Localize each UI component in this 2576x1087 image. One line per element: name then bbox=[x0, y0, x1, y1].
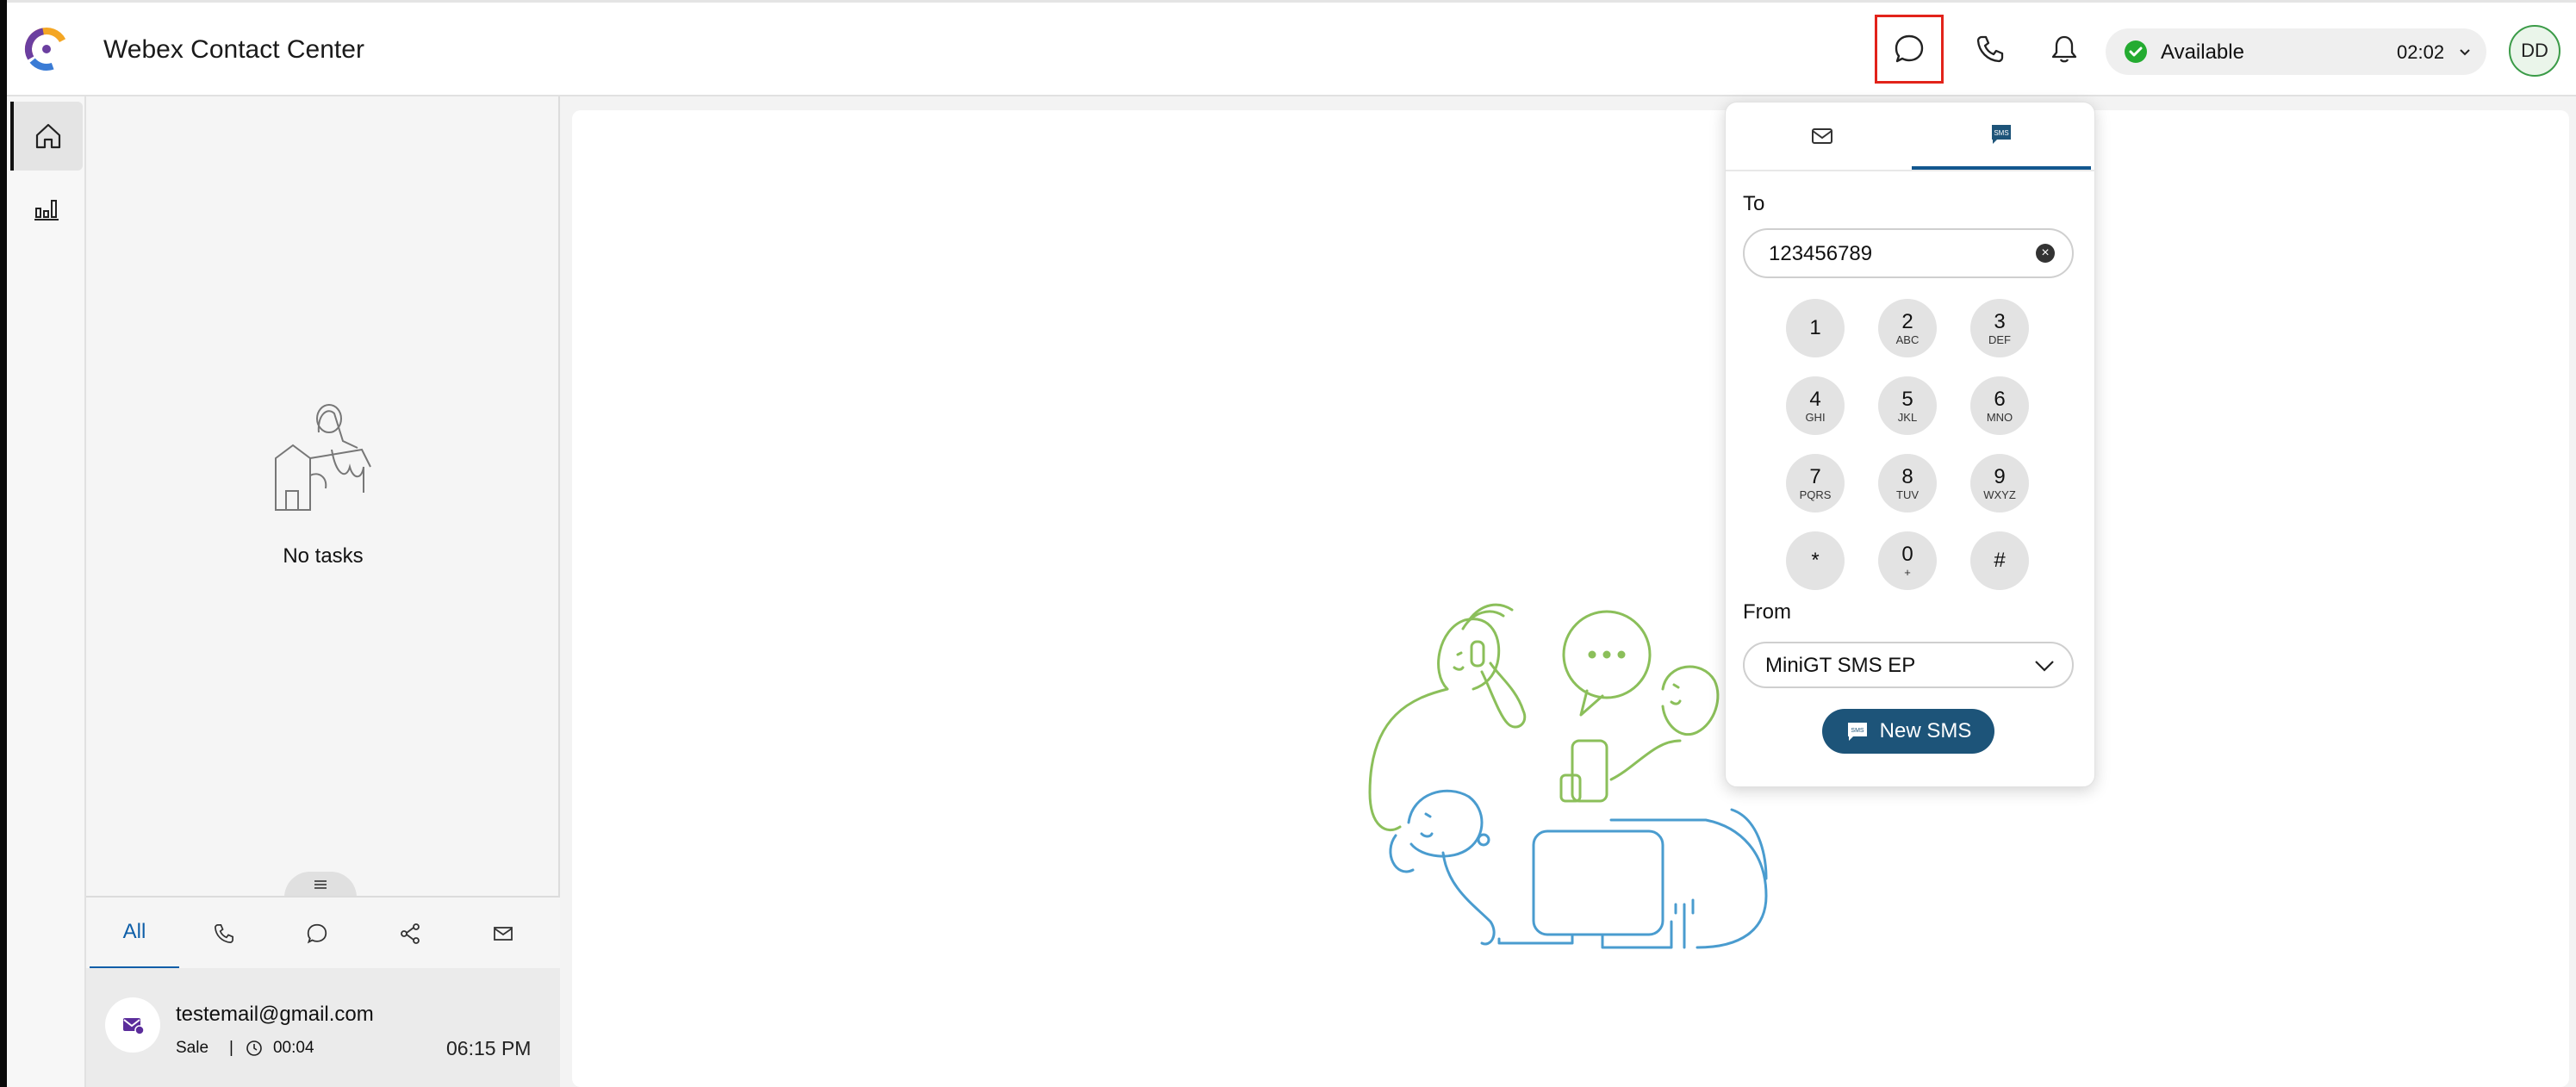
key-letters: DEF bbox=[1988, 332, 2011, 346]
key-digit: 6 bbox=[1994, 387, 2006, 411]
bell-icon bbox=[2051, 35, 2077, 63]
from-select[interactable]: MiniGT SMS EP bbox=[1743, 642, 2074, 688]
key-digit: 9 bbox=[1994, 464, 2006, 488]
chat-icon bbox=[307, 923, 327, 944]
key-letters: JKL bbox=[1897, 410, 1918, 424]
available-check-icon bbox=[2125, 40, 2147, 63]
user-avatar[interactable]: DD bbox=[2509, 25, 2560, 77]
task-queue: Sale bbox=[176, 1039, 209, 1057]
task-time: 06:15 PM bbox=[446, 1037, 532, 1059]
no-tasks-text: No tasks bbox=[283, 544, 364, 568]
phone-icon bbox=[215, 924, 233, 943]
share-icon bbox=[401, 923, 420, 944]
new-conversation-popup: SMS To 123456789 × 1 2 ABC 3 DEF 4 GHI 5 JKL… bbox=[1725, 102, 2096, 787]
sms-icon: SMS bbox=[1992, 125, 2011, 144]
tab-chats[interactable] bbox=[272, 898, 362, 970]
key-star[interactable]: * bbox=[1786, 531, 1845, 590]
top-header: Webex Contact Center Available 02:02 DD bbox=[7, 0, 2576, 96]
key-digit: 4 bbox=[1809, 387, 1821, 411]
phone-button[interactable] bbox=[1956, 15, 2025, 84]
key-2[interactable]: 2 ABC bbox=[1878, 299, 1937, 357]
task-duration: 00:04 bbox=[272, 1039, 314, 1057]
key-digit: 0 bbox=[1901, 542, 1913, 566]
key-digit: * bbox=[1811, 549, 1820, 572]
key-letters: PQRS bbox=[1799, 488, 1832, 501]
key-4[interactable]: 4 GHI bbox=[1786, 376, 1845, 435]
phone-icon bbox=[1976, 35, 2004, 63]
task-filter-tabs: All bbox=[86, 896, 560, 970]
task-list: testemail@gmail.com Sale | 00:04 06:15 P… bbox=[86, 968, 560, 1087]
chevron-down-icon bbox=[2035, 661, 2054, 672]
tab-sms[interactable]: SMS bbox=[1912, 102, 2091, 170]
to-phone-input[interactable]: 123456789 × bbox=[1743, 228, 2074, 278]
key-letters: MNO bbox=[1986, 410, 2013, 424]
window-edge bbox=[0, 0, 7, 1087]
notifications-button[interactable] bbox=[2030, 15, 2099, 84]
chat-icon bbox=[1895, 34, 1924, 63]
chat-button[interactable] bbox=[1875, 15, 1944, 84]
svg-text:SMS: SMS bbox=[1851, 728, 1864, 734]
no-tasks-illustration bbox=[275, 404, 371, 511]
home-icon bbox=[35, 123, 61, 149]
status-timer: 02:02 bbox=[2397, 41, 2445, 63]
key-digit: 1 bbox=[1809, 316, 1821, 339]
key-digit: 5 bbox=[1901, 387, 1913, 411]
to-label: To bbox=[1743, 192, 1765, 215]
tab-email[interactable] bbox=[1733, 102, 1912, 170]
webex-logo-icon bbox=[25, 28, 68, 71]
clock-icon bbox=[246, 1040, 262, 1056]
key-digit: # bbox=[1994, 549, 2006, 572]
to-value: 123456789 bbox=[1769, 242, 1873, 265]
panel-resize-handle[interactable] bbox=[284, 872, 357, 898]
nav-stats[interactable] bbox=[10, 174, 83, 243]
task-panel: No tasks All testemail@gmail.com Sale | … bbox=[86, 96, 560, 1087]
left-nav bbox=[7, 96, 86, 1087]
tabs-divider bbox=[1726, 170, 2096, 171]
tab-email[interactable] bbox=[458, 898, 548, 970]
key-5[interactable]: 5 JKL bbox=[1878, 376, 1937, 435]
app-title: Webex Contact Center bbox=[103, 35, 364, 64]
tab-social[interactable] bbox=[365, 898, 455, 970]
key-0[interactable]: 0 + bbox=[1878, 531, 1937, 590]
key-7[interactable]: 7 PQRS bbox=[1786, 454, 1845, 512]
tab-calls[interactable] bbox=[179, 898, 269, 970]
agent-status-dropdown[interactable]: Available 02:02 bbox=[2106, 28, 2486, 75]
key-digit: 2 bbox=[1901, 309, 1913, 333]
chevron-down-icon bbox=[2460, 49, 2470, 56]
task-meta: Sale | 00:04 bbox=[176, 1039, 314, 1058]
new-sms-label: New SMS bbox=[1879, 719, 1972, 742]
task-card[interactable]: testemail@gmail.com Sale | 00:04 06:15 P… bbox=[86, 968, 560, 1087]
email-icon bbox=[1812, 128, 1832, 144]
tab-all[interactable]: All bbox=[90, 898, 179, 970]
key-8[interactable]: 8 TUV bbox=[1878, 454, 1937, 512]
key-letters: WXYZ bbox=[1983, 488, 2016, 501]
sms-icon: SMS bbox=[1845, 720, 1870, 742]
key-6[interactable]: 6 MNO bbox=[1970, 376, 2029, 435]
key-9[interactable]: 9 WXYZ bbox=[1970, 454, 2029, 512]
task-email: testemail@gmail.com bbox=[176, 1003, 374, 1026]
key-hash[interactable]: # bbox=[1970, 531, 2029, 590]
key-1[interactable]: 1 bbox=[1786, 299, 1845, 357]
key-letters: TUV bbox=[1896, 488, 1919, 501]
svg-text:SMS: SMS bbox=[1994, 129, 2008, 137]
stats-icon bbox=[34, 200, 59, 221]
key-3[interactable]: 3 DEF bbox=[1970, 299, 2029, 357]
nav-home[interactable] bbox=[10, 102, 83, 171]
status-label: Available bbox=[2161, 40, 2244, 64]
key-digit: 8 bbox=[1901, 464, 1913, 488]
from-label: From bbox=[1743, 600, 1791, 624]
meta-separator: | bbox=[229, 1039, 233, 1057]
email-icon bbox=[494, 927, 513, 941]
from-value: MiniGT SMS EP bbox=[1765, 654, 1916, 677]
new-sms-button[interactable]: SMS New SMS bbox=[1822, 709, 1994, 754]
clear-icon[interactable]: × bbox=[2036, 244, 2055, 263]
drag-lines-icon bbox=[314, 880, 327, 889]
key-digit: 7 bbox=[1809, 464, 1821, 488]
key-digit: 3 bbox=[1994, 309, 2006, 333]
email-task-icon bbox=[105, 997, 160, 1053]
key-letters: ABC bbox=[1895, 332, 1920, 346]
key-letters: + bbox=[1904, 565, 1911, 579]
key-letters: GHI bbox=[1805, 410, 1826, 424]
